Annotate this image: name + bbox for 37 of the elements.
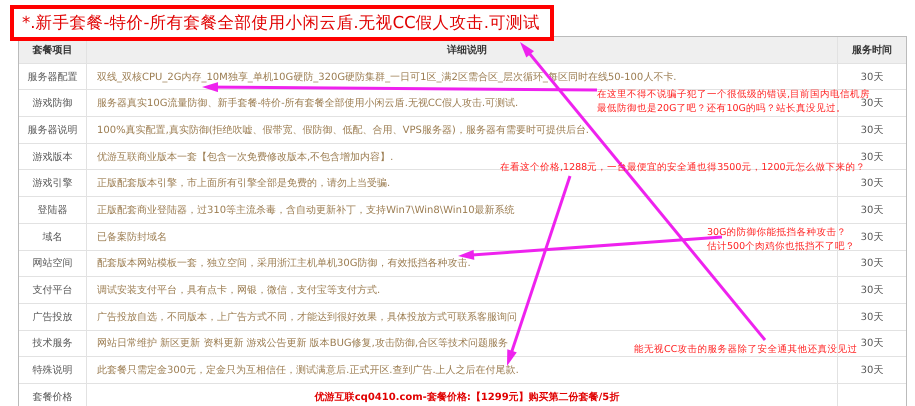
service-time: 30天 [860, 310, 884, 324]
table-cell: 技术服务 [19, 330, 87, 356]
annotation-text: 最低防御也是20G了吧？还有10G的吗？站长真没见过。 [597, 102, 846, 116]
table-cell: 正版配套商业登陆器，过310等主流杀毒，含自动更新补丁，支持Win7\Win8\Win10最新系统 [87, 197, 838, 223]
table-cell: 服务器说明 [19, 117, 87, 143]
annotation-text: 30G的防御你能抵挡各种攻击？ [707, 226, 846, 240]
service-time: 30天 [860, 204, 884, 217]
table-cell: 套餐价格 [19, 384, 87, 406]
table-cell: 特殊说明 [19, 357, 87, 383]
table-cell: 优游互联cq0410.com-套餐价格:【1299元】购买第二份套餐/5折 [87, 384, 838, 406]
table-cell: 域名 [19, 224, 87, 250]
table-cell: 登陆器 [19, 197, 87, 223]
service-time: 30天 [860, 177, 884, 190]
table-cell: 游戏防御 [19, 90, 87, 116]
title-banner: *.新手套餐-特价-所有套餐全部使用小闲云盾.无视CC假人攻击.可测试 [10, 5, 554, 41]
service-time: 30天 [860, 150, 884, 163]
table-cell: 支付平台 [19, 277, 87, 303]
service-time: 30天 [860, 98, 884, 110]
table-cell: 服务器配置 [19, 64, 87, 90]
service-time: 30天 [860, 257, 884, 270]
table-cell: 100%真实配置,真实防御(拒绝吹嘘、假带宽、假防御、低配、合用、VPS服务器)，服务器有需要时可提供后台. [87, 117, 838, 143]
table-cell: 广告投放自选，不同版本，上广告方式不同，才能达到很好效果，具体投放方式可联系客服询问 [87, 304, 838, 330]
table-cell: 游戏引擎 [19, 170, 87, 196]
service-time: 30天 [860, 337, 884, 350]
table-cell: 广告投放 [19, 304, 87, 330]
service-time: 30天 [860, 230, 884, 244]
service-time: 30天 [860, 70, 884, 84]
table-cell: 网站空间 [19, 250, 87, 276]
annotation-text: 在这里不得不说骗子犯了一个很低级的错误,目前国内电信机房 [597, 88, 870, 100]
annotation-text: 能无视CC攻击的服务器除了安全通其他还真没见过 [634, 343, 858, 357]
table-cell: 游戏版本 [19, 144, 87, 170]
table-cell: 调试安装支付平台，具有点卡，网银，微信，支付宝等支付方式. [87, 277, 838, 303]
service-time: 30天 [860, 364, 884, 378]
column-header: 服务时间 [850, 44, 893, 58]
service-time: 30天 [860, 124, 884, 137]
column-header: 套餐项目 [19, 37, 87, 63]
service-time: 30天 [860, 284, 884, 298]
